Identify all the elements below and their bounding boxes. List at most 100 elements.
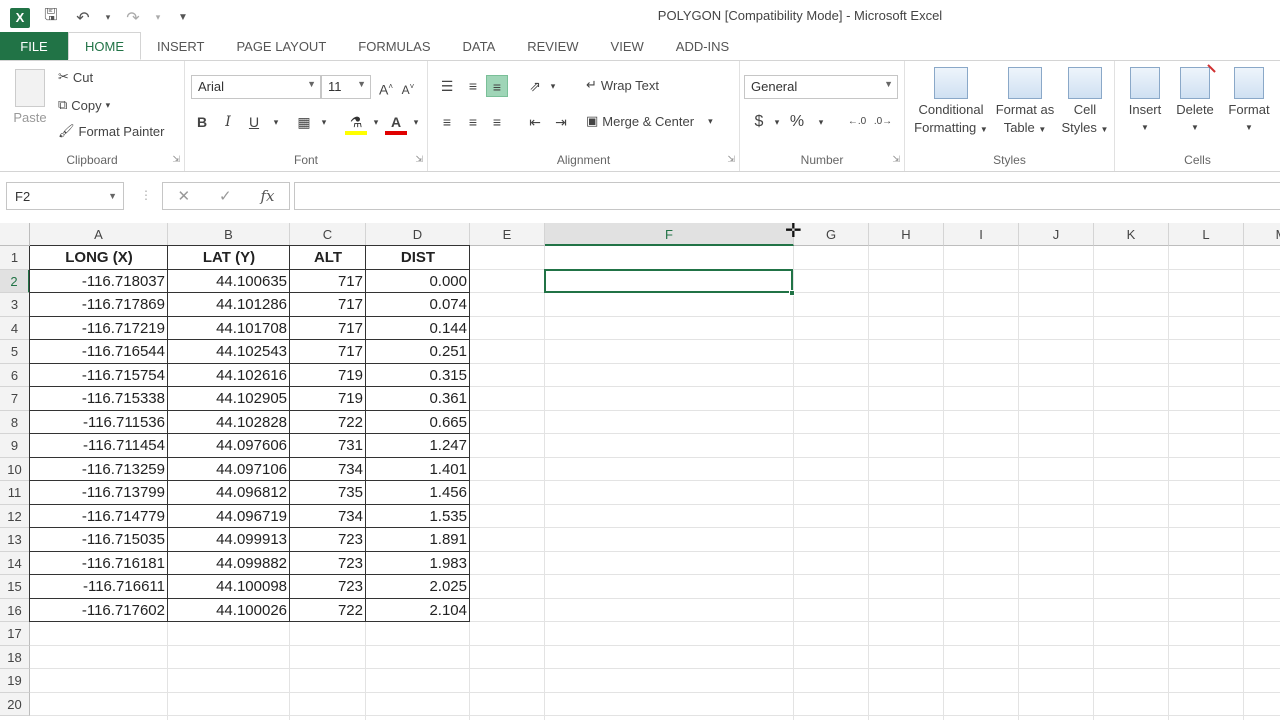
table-data-cell[interactable]: 0.665 xyxy=(366,411,470,435)
increase-indent-icon[interactable]: ⇥ xyxy=(550,111,572,133)
font-name-combo[interactable]: Arial ▼ xyxy=(191,75,321,99)
tab-insert[interactable]: INSERT xyxy=(141,32,220,60)
row-header-19[interactable]: 19 xyxy=(0,669,30,693)
table-data-cell[interactable]: 722 xyxy=(290,411,366,435)
row-header-7[interactable]: 7 xyxy=(0,387,30,411)
name-box[interactable]: F2 ▼ xyxy=(6,182,124,210)
table-data-cell[interactable]: 2.104 xyxy=(366,599,470,623)
conditional-formatting-button[interactable]: Conditional Formatting ▼ xyxy=(909,67,993,139)
fill-handle[interactable] xyxy=(789,290,795,296)
table-data-cell[interactable]: 723 xyxy=(290,575,366,599)
table-data-cell[interactable]: -116.715338 xyxy=(30,387,168,411)
table-data-cell[interactable]: 1.983 xyxy=(366,552,470,576)
bold-button[interactable]: B xyxy=(191,111,213,133)
row-header-5[interactable]: 5 xyxy=(0,340,30,364)
table-data-cell[interactable]: 44.100026 xyxy=(168,599,290,623)
table-data-cell[interactable]: 44.096719 xyxy=(168,505,290,529)
table-data-cell[interactable]: 723 xyxy=(290,552,366,576)
table-data-cell[interactable]: -116.715035 xyxy=(30,528,168,552)
table-data-cell[interactable]: 717 xyxy=(290,293,366,317)
column-header-l[interactable]: L xyxy=(1169,223,1244,246)
table-data-cell[interactable]: 44.102616 xyxy=(168,364,290,388)
column-header-m[interactable]: M xyxy=(1244,223,1280,246)
underline-button[interactable]: U xyxy=(243,111,265,133)
table-data-cell[interactable]: -116.714779 xyxy=(30,505,168,529)
table-data-cell[interactable]: -116.713259 xyxy=(30,458,168,482)
table-data-cell[interactable]: 0.000 xyxy=(366,270,470,294)
table-data-cell[interactable]: 44.101708 xyxy=(168,317,290,341)
row-header-10[interactable]: 10 xyxy=(0,457,30,481)
column-header-g[interactable]: G xyxy=(794,223,869,246)
table-data-cell[interactable]: 1.891 xyxy=(366,528,470,552)
row-header-9[interactable]: 9 xyxy=(0,434,30,458)
row-header-4[interactable]: 4 xyxy=(0,316,30,340)
tab-data[interactable]: DATA xyxy=(447,32,512,60)
clipboard-launcher-icon[interactable]: ⇲ xyxy=(172,154,180,165)
tab-review[interactable]: REVIEW xyxy=(511,32,594,60)
format-painter-button[interactable]: 🖌 Format Painter xyxy=(58,123,165,139)
number-format-combo[interactable]: General ▼ xyxy=(744,75,898,99)
row-header-6[interactable]: 6 xyxy=(0,363,30,387)
table-data-cell[interactable]: 722 xyxy=(290,599,366,623)
comma-dropdown-icon[interactable]: ▾ xyxy=(810,111,832,133)
table-data-cell[interactable]: -116.711536 xyxy=(30,411,168,435)
borders-dropdown-icon[interactable]: ▾ xyxy=(313,111,335,133)
percent-button[interactable]: % xyxy=(786,111,808,133)
table-data-cell[interactable]: 2.025 xyxy=(366,575,470,599)
merge-center-button[interactable]: ▣ Merge & Center ▾ xyxy=(586,113,713,129)
decrease-indent-icon[interactable]: ⇤ xyxy=(524,111,546,133)
font-color-icon[interactable]: A xyxy=(385,111,407,135)
paste-button[interactable]: Paste xyxy=(8,69,52,127)
column-header-f[interactable]: F xyxy=(545,223,794,246)
table-header-cell[interactable]: DIST xyxy=(366,246,470,270)
table-data-cell[interactable]: 1.456 xyxy=(366,481,470,505)
table-data-cell[interactable]: -116.715754 xyxy=(30,364,168,388)
confirm-entry-icon[interactable]: ✓ xyxy=(219,187,232,205)
table-data-cell[interactable]: 719 xyxy=(290,364,366,388)
table-data-cell[interactable]: 44.101286 xyxy=(168,293,290,317)
table-data-cell[interactable]: 0.315 xyxy=(366,364,470,388)
merge-dropdown-icon[interactable]: ▾ xyxy=(708,116,713,127)
table-data-cell[interactable]: -116.711454 xyxy=(30,434,168,458)
column-header-b[interactable]: B xyxy=(168,223,290,246)
worksheet-grid[interactable]: ABCDEFGHIJKLM123456789101112131415161718… xyxy=(0,223,1280,720)
increase-font-icon[interactable]: A˄ xyxy=(375,76,397,98)
tab-formulas[interactable]: FORMULAS xyxy=(342,32,446,60)
column-header-c[interactable]: C xyxy=(290,223,366,246)
column-header-e[interactable]: E xyxy=(470,223,545,246)
underline-dropdown-icon[interactable]: ▾ xyxy=(265,111,287,133)
align-right-icon[interactable]: ≡ xyxy=(486,111,508,133)
table-data-cell[interactable]: 723 xyxy=(290,528,366,552)
row-header-3[interactable]: 3 xyxy=(0,293,30,317)
table-data-cell[interactable]: -116.717869 xyxy=(30,293,168,317)
table-data-cell[interactable]: 717 xyxy=(290,340,366,364)
insert-cells-button[interactable]: Insert ▼ xyxy=(1121,67,1169,137)
column-header-h[interactable]: H xyxy=(869,223,944,246)
alignment-launcher-icon[interactable]: ⇲ xyxy=(727,154,735,165)
font-color-dropdown-icon[interactable]: ▾ xyxy=(405,111,427,133)
row-header-2[interactable]: 2 xyxy=(0,269,30,293)
table-data-cell[interactable]: 44.096812 xyxy=(168,481,290,505)
tab-home[interactable]: HOME xyxy=(68,32,141,60)
table-data-cell[interactable]: 44.099913 xyxy=(168,528,290,552)
number-launcher-icon[interactable]: ⇲ xyxy=(892,154,900,165)
row-header-16[interactable]: 16 xyxy=(0,598,30,622)
row-header-8[interactable]: 8 xyxy=(0,410,30,434)
formula-input[interactable] xyxy=(294,182,1280,210)
table-data-cell[interactable]: 1.401 xyxy=(366,458,470,482)
tab-view[interactable]: VIEW xyxy=(595,32,660,60)
row-header-14[interactable]: 14 xyxy=(0,551,30,575)
table-data-cell[interactable]: -116.716181 xyxy=(30,552,168,576)
decrease-decimal-icon[interactable]: .0→ xyxy=(872,111,894,133)
column-header-d[interactable]: D xyxy=(366,223,470,246)
copy-button[interactable]: ⧉ Copy ▾ xyxy=(58,97,110,113)
table-data-cell[interactable]: 717 xyxy=(290,317,366,341)
table-data-cell[interactable]: 1.535 xyxy=(366,505,470,529)
align-center-icon[interactable]: ≡ xyxy=(462,111,484,133)
fill-color-icon[interactable]: ⚗ xyxy=(345,111,367,135)
increase-decimal-icon[interactable]: ←.0 xyxy=(846,111,868,133)
row-header-13[interactable]: 13 xyxy=(0,528,30,552)
wrap-text-button[interactable]: ↵ Wrap Text xyxy=(586,77,659,93)
fill-color-dropdown-icon[interactable]: ▾ xyxy=(365,111,387,133)
tab-file[interactable]: FILE xyxy=(0,32,68,60)
